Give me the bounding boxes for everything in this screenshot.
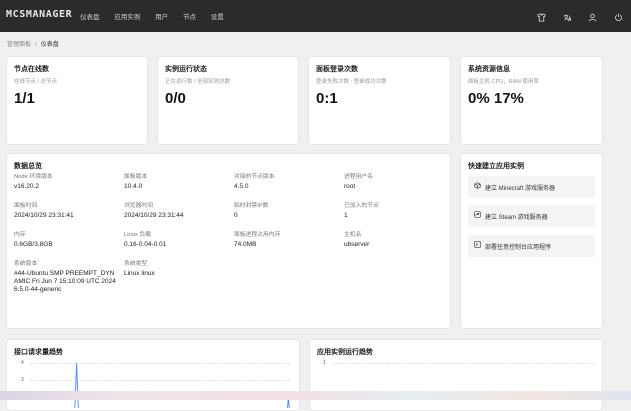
item-label: 进程用户名: [344, 174, 373, 180]
item-value: 0: [234, 212, 238, 219]
item-value: 10.4.0: [124, 183, 143, 190]
taskbar-strip: [0, 391, 631, 400]
item-value: ubserver: [344, 241, 370, 248]
overview-item: 主机名 ubserver: [344, 231, 444, 249]
breadcrumb-separator: /: [35, 42, 37, 48]
shirt-icon[interactable]: [537, 13, 547, 25]
stat-value: 0/0: [165, 90, 186, 107]
item-label: Node 环境版本: [14, 174, 53, 180]
nav-instances[interactable]: 应用实例: [114, 14, 140, 21]
terminal-icon: [474, 241, 481, 250]
section-title: 数据总览: [14, 163, 42, 170]
overview-item: Linux 负载 0.16-0.04-0.01: [124, 231, 224, 249]
item-label: 已加入的节点: [344, 203, 379, 209]
item-label: 浏览器时间: [124, 203, 153, 209]
stat-card-nodes: 节点在线数 在线节点 / 总节点 1/1: [6, 56, 148, 145]
power-icon[interactable]: [613, 13, 623, 25]
quick-create-card: 快速建立应用实例 建立 Minecraft 游戏服务器 建立 Steam 游戏服…: [460, 153, 603, 329]
section-title: 接口请求量趋势: [14, 349, 63, 356]
item-value: root: [344, 183, 356, 190]
deploy-console-app-button[interactable]: 部署任意控制台应用程序: [468, 235, 595, 257]
item-value: Linux linux: [124, 270, 155, 277]
item-label: Linux 负载: [124, 232, 152, 238]
data-overview-card: 数据总览 Node 环境版本 v16.20.2 面板版本 10.4.0 对接的节点版…: [6, 153, 451, 329]
stat-subtitle: 登录失败次数 : 登录成功次数: [316, 79, 387, 85]
overview-item: 已加入的节点 1: [344, 202, 444, 220]
item-value: #44-Ubuntu SMP PREEMPT_DYNAMIC Fri Jun 7…: [14, 270, 116, 293]
breadcrumb: 管理面板 / 仪表盘: [7, 39, 59, 48]
button-label: 建立 Minecraft 游戏服务器: [485, 186, 556, 192]
section-title: 应用实例运行趋势: [317, 349, 373, 356]
overview-item: 系统类型 Linux linux: [124, 260, 224, 278]
stat-title: 实例运行状态: [165, 66, 207, 73]
item-value: 4.5.0: [234, 183, 249, 190]
stat-subtitle: 正在运行数 / 全部实例总数: [165, 79, 231, 85]
button-label: 部署任意控制台应用程序: [485, 245, 552, 251]
y-tick-label: 4: [21, 360, 24, 366]
top-actions: [526, 9, 623, 27]
stat-title: 节点在线数: [14, 66, 49, 73]
stat-card-instances: 实例运行状态 正在运行数 / 全部实例总数 0/0: [157, 56, 299, 145]
request-series-line: [74, 362, 290, 408]
nav-nodes[interactable]: 节点: [183, 14, 196, 21]
stat-value: 0% 17%: [468, 90, 524, 107]
item-label: 面板时间: [14, 203, 38, 209]
stat-title: 面板登录次数: [316, 66, 358, 73]
item-value: v16.20.2: [14, 183, 39, 190]
stat-title: 系统资源信息: [468, 66, 510, 73]
cube-icon: [474, 182, 481, 191]
instance-trend-card: 应用实例运行趋势 1: [309, 339, 603, 411]
stat-card-logins: 面板登录次数 登录失败次数 : 登录成功次数 0:1: [308, 56, 451, 145]
stat-value: 1/1: [14, 90, 35, 107]
item-value: 2024/10/29 23:31:44: [124, 212, 184, 219]
overview-item: Node 环境版本 v16.20.2: [14, 173, 114, 191]
overview-item: 浏览器时间 2024/10/29 23:31:44: [124, 202, 224, 220]
stat-card-resources: 系统资源信息 面板主机 CPU，RAM 使用率 0% 17%: [460, 56, 603, 145]
overview-item: 内存 0.6GB/3.8GB: [14, 231, 114, 249]
nav-users[interactable]: 用户: [155, 14, 168, 21]
item-value: 0.16-0.04-0.01: [124, 241, 167, 248]
nav-settings[interactable]: 设置: [211, 14, 224, 21]
item-label: 对接的节点版本: [234, 174, 275, 180]
item-value: 74.0MB: [234, 241, 257, 248]
y-tick-label: 3: [21, 377, 24, 383]
create-minecraft-button[interactable]: 建立 Minecraft 游戏服务器: [468, 176, 595, 198]
item-value: 0.6GB/3.8GB: [14, 241, 53, 248]
app-logo[interactable]: MCSMANAGER: [6, 9, 72, 20]
item-label: 系统版本: [14, 261, 38, 267]
top-bar: MCSMANAGER 仪表盘 应用实例 用户 节点 设置: [0, 0, 631, 32]
breadcrumb-current: 仪表盘: [40, 42, 59, 48]
item-label: 面板版本: [124, 174, 148, 180]
nav-dashboard[interactable]: 仪表盘: [80, 14, 100, 21]
overview-item: 临时封禁IP数 0: [234, 202, 334, 220]
overview-item: 系统版本 #44-Ubuntu SMP PREEMPT_DYNAMIC Fri J…: [14, 260, 116, 294]
overview-item: 进程用户名 root: [344, 173, 444, 191]
overview-item: 对接的节点版本 4.5.0: [234, 173, 334, 191]
stat-subtitle: 在线节点 / 总节点: [14, 79, 58, 85]
stat-value: 0:1: [316, 90, 338, 107]
item-label: 临时封禁IP数: [234, 203, 269, 209]
stat-subtitle: 面板主机 CPU，RAM 使用率: [468, 79, 539, 85]
main-nav: 仪表盘 应用实例 用户 节点 设置: [80, 11, 237, 21]
item-label: 主机名: [344, 232, 362, 238]
request-trend-card: 接口请求量趋势 4 3: [6, 339, 300, 411]
language-icon[interactable]: [562, 13, 572, 25]
steam-icon: [474, 211, 481, 220]
item-value: 2024/10/29 23:31:41: [14, 212, 74, 219]
overview-item: 面板进程占用内存 74.0MB: [234, 231, 334, 249]
breadcrumb-parent[interactable]: 管理面板: [7, 42, 31, 48]
overview-item: 面板时间 2024/10/29 23:31:41: [14, 202, 114, 220]
create-steam-button[interactable]: 建立 Steam 游戏服务器: [468, 205, 595, 227]
item-label: 系统类型: [124, 261, 148, 267]
grid-line: [332, 363, 594, 364]
item-value: 1: [344, 212, 348, 219]
section-title: 快速建立应用实例: [468, 163, 524, 170]
user-icon[interactable]: [588, 13, 598, 25]
item-label: 内存: [14, 232, 26, 238]
overview-item: 面板版本 10.4.0: [124, 173, 224, 191]
request-line-chart: [74, 362, 290, 408]
y-tick-label: 1: [323, 360, 326, 366]
button-label: 建立 Steam 游戏服务器: [485, 215, 548, 221]
item-label: 面板进程占用内存: [234, 232, 281, 238]
